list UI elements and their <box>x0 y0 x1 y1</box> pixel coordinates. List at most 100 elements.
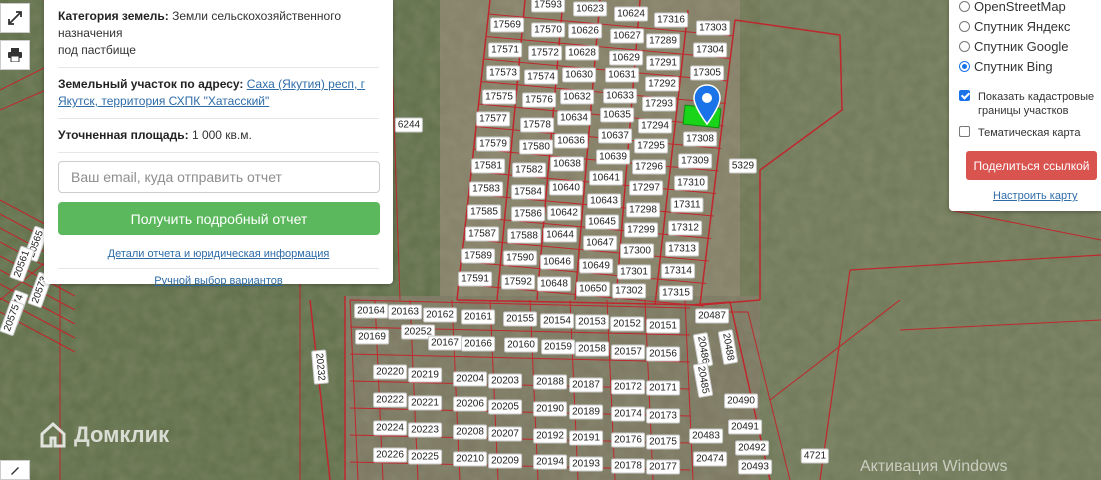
plot-label[interactable]: 17577 <box>476 111 510 127</box>
plot-label[interactable]: 17313 <box>665 241 699 257</box>
plot-label[interactable]: 20173 <box>646 408 680 424</box>
plot-label[interactable]: 20232 <box>311 349 329 385</box>
plot-label[interactable]: 10645 <box>585 214 619 230</box>
plot-label[interactable]: 20194 <box>533 454 567 470</box>
plot-label[interactable]: 20193 <box>569 456 603 472</box>
plot-label[interactable]: 20171 <box>646 380 680 396</box>
plot-label[interactable]: 17294 <box>638 118 672 134</box>
plot-label[interactable]: 20205 <box>488 399 522 415</box>
plot-label[interactable]: 17592 <box>501 274 535 290</box>
plot-label[interactable]: 17588 <box>507 228 541 244</box>
layer-radio[interactable] <box>959 20 970 32</box>
plot-label[interactable]: 17586 <box>511 206 545 222</box>
plot-label[interactable]: 20190 <box>533 401 567 417</box>
manual-selection-link[interactable]: Ручной выбор вариантов <box>58 275 379 287</box>
plot-label[interactable]: 10629 <box>609 50 643 66</box>
plot-label[interactable]: 17289 <box>646 33 680 49</box>
plot-label[interactable]: 20176 <box>611 432 645 448</box>
plot-label[interactable]: 20163 <box>388 304 422 320</box>
plot-label[interactable]: 17292 <box>645 76 679 92</box>
plot-label[interactable]: 20162 <box>423 307 457 323</box>
configure-map-link[interactable]: Настроить карту <box>993 190 1078 202</box>
plot-label[interactable]: 17574 <box>524 69 558 85</box>
plot-label[interactable]: 20175 <box>646 434 680 450</box>
plot-label[interactable]: 17299 <box>624 222 658 238</box>
plot-label[interactable]: 17573 <box>486 65 520 81</box>
plot-label[interactable]: 10632 <box>560 89 594 105</box>
plot-label[interactable]: 17291 <box>646 55 680 71</box>
layer-radio[interactable] <box>959 60 970 72</box>
plot-label[interactable]: 5329 <box>728 158 758 174</box>
plot-label[interactable]: 20224 <box>373 420 407 436</box>
plot-label[interactable]: 17589 <box>461 248 495 264</box>
plot-label[interactable]: 20166 <box>461 336 495 352</box>
plot-label[interactable]: 10630 <box>562 67 596 83</box>
plot-label[interactable]: 17593 <box>531 0 565 13</box>
plot-label[interactable]: 10650 <box>576 281 610 297</box>
plot-label[interactable]: 17296 <box>632 159 666 175</box>
plot-label[interactable]: 10644 <box>543 227 577 243</box>
plot-label[interactable]: 17315 <box>659 285 693 301</box>
plot-label[interactable]: 20178 <box>611 458 645 474</box>
plot-label[interactable]: 20191 <box>569 430 603 446</box>
plot-label[interactable]: 17576 <box>522 92 556 108</box>
plot-label[interactable]: 20492 <box>735 440 769 456</box>
plot-label[interactable]: 17579 <box>476 136 510 152</box>
plot-label[interactable]: 17585 <box>467 204 501 220</box>
plot-label[interactable]: 20152 <box>610 316 644 332</box>
plot-label[interactable]: 17301 <box>617 264 651 280</box>
plot-label[interactable]: 20493 <box>738 459 772 475</box>
plot-label[interactable]: 17311 <box>670 197 704 213</box>
plot-label[interactable]: 10646 <box>540 254 574 270</box>
cadastral-borders-option[interactable]: Показать кадастровые границы участков <box>959 90 1101 118</box>
plot-label[interactable]: 20158 <box>575 341 609 357</box>
plot-label[interactable]: 20206 <box>453 396 487 412</box>
plot-label[interactable]: 10627 <box>610 28 644 44</box>
plot-label[interactable]: 10631 <box>605 67 639 83</box>
plot-label[interactable]: 17300 <box>620 243 654 259</box>
plot-label[interactable]: 20226 <box>373 447 407 463</box>
plot-label[interactable]: 20483 <box>689 428 723 444</box>
plot-label[interactable]: 20223 <box>408 422 442 438</box>
location-marker-icon[interactable] <box>692 84 722 126</box>
plot-label[interactable]: 20189 <box>569 404 603 420</box>
thematic-map-option[interactable]: Тематическая карта <box>959 126 1101 140</box>
plot-label[interactable]: 4721 <box>800 448 830 464</box>
plot-label[interactable]: 10638 <box>550 156 584 172</box>
plot-label[interactable]: 10636 <box>554 133 588 149</box>
plot-label[interactable]: 20203 <box>488 373 522 389</box>
plot-label[interactable]: 10647 <box>583 235 617 251</box>
plot-label[interactable]: 6244 <box>394 117 424 133</box>
plot-label[interactable]: 17309 <box>678 153 712 169</box>
plot-label[interactable]: 20157 <box>611 344 645 360</box>
plot-label[interactable]: 17303 <box>696 20 730 36</box>
plot-label[interactable]: 20154 <box>540 313 574 329</box>
plot-label[interactable]: 17572 <box>528 45 562 61</box>
layer-radio[interactable] <box>959 0 970 12</box>
plot-label[interactable]: 20151 <box>646 318 680 334</box>
plot-label[interactable]: 17587 <box>465 226 499 242</box>
plot-label[interactable]: 10648 <box>537 276 571 292</box>
plot-label[interactable]: 10626 <box>568 23 602 39</box>
plot-label[interactable]: 20192 <box>533 428 567 444</box>
plot-label[interactable]: 20167 <box>428 335 462 351</box>
email-input[interactable] <box>58 161 380 193</box>
plot-label[interactable]: 10624 <box>614 6 648 22</box>
plot-label[interactable]: 17295 <box>634 138 668 154</box>
plot-label[interactable]: 17312 <box>668 220 702 236</box>
plot-label[interactable]: 20161 <box>461 309 495 325</box>
plot-label[interactable]: 17304 <box>693 42 727 58</box>
get-report-button[interactable]: Получить подробный отчет <box>58 202 380 235</box>
plot-label[interactable]: 17581 <box>471 158 505 174</box>
plot-label[interactable]: 17305 <box>690 65 724 81</box>
plot-label[interactable]: 20220 <box>373 364 407 380</box>
plot-label[interactable]: 20174 <box>611 406 645 422</box>
fullscreen-button[interactable] <box>0 3 30 33</box>
plot-label[interactable]: 17580 <box>519 139 553 155</box>
plot-label[interactable]: 20490 <box>724 393 758 409</box>
plot-label[interactable]: 20164 <box>354 303 388 319</box>
plot-label[interactable]: 20487 <box>695 308 729 324</box>
edit-button[interactable] <box>0 460 30 480</box>
plot-label[interactable]: 10641 <box>589 170 623 186</box>
layer-option[interactable]: Спутник Яндекс <box>959 16 1101 36</box>
